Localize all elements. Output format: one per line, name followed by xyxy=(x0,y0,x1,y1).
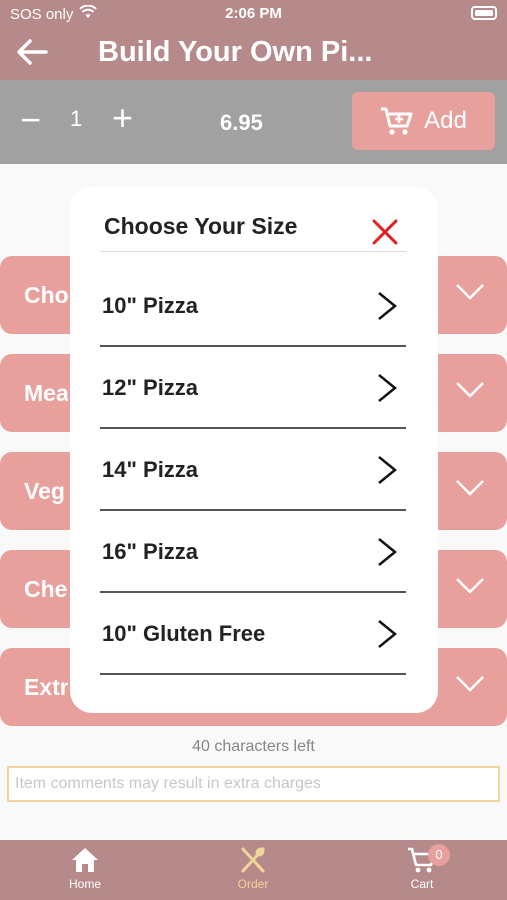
size-option[interactable]: 14" Pizza xyxy=(100,429,406,511)
modal-title: Choose Your Size xyxy=(104,213,298,239)
chevron-right-icon xyxy=(376,373,398,408)
size-option-label: 12" Pizza xyxy=(102,375,199,400)
size-option-label: 16" Pizza xyxy=(102,539,199,564)
chevron-right-icon xyxy=(376,291,398,326)
size-option[interactable]: 16" Pizza xyxy=(100,511,406,593)
size-option-label: 10" Pizza xyxy=(102,293,199,318)
size-option-label: 14" Pizza xyxy=(102,457,199,482)
modal-divider xyxy=(100,251,406,252)
size-option[interactable]: 12" Pizza xyxy=(100,347,406,429)
choose-size-modal: Choose Your Size 10" Pizza 12" Pizza 14"… xyxy=(70,187,438,713)
close-icon[interactable] xyxy=(370,217,402,249)
chevron-right-icon xyxy=(376,619,398,654)
size-option-label: 10" Gluten Free xyxy=(102,621,266,646)
chevron-right-icon xyxy=(376,537,398,572)
size-option[interactable]: 10" Pizza xyxy=(100,265,406,347)
chevron-right-icon xyxy=(376,455,398,490)
size-option[interactable]: 10" Gluten Free xyxy=(100,593,406,675)
